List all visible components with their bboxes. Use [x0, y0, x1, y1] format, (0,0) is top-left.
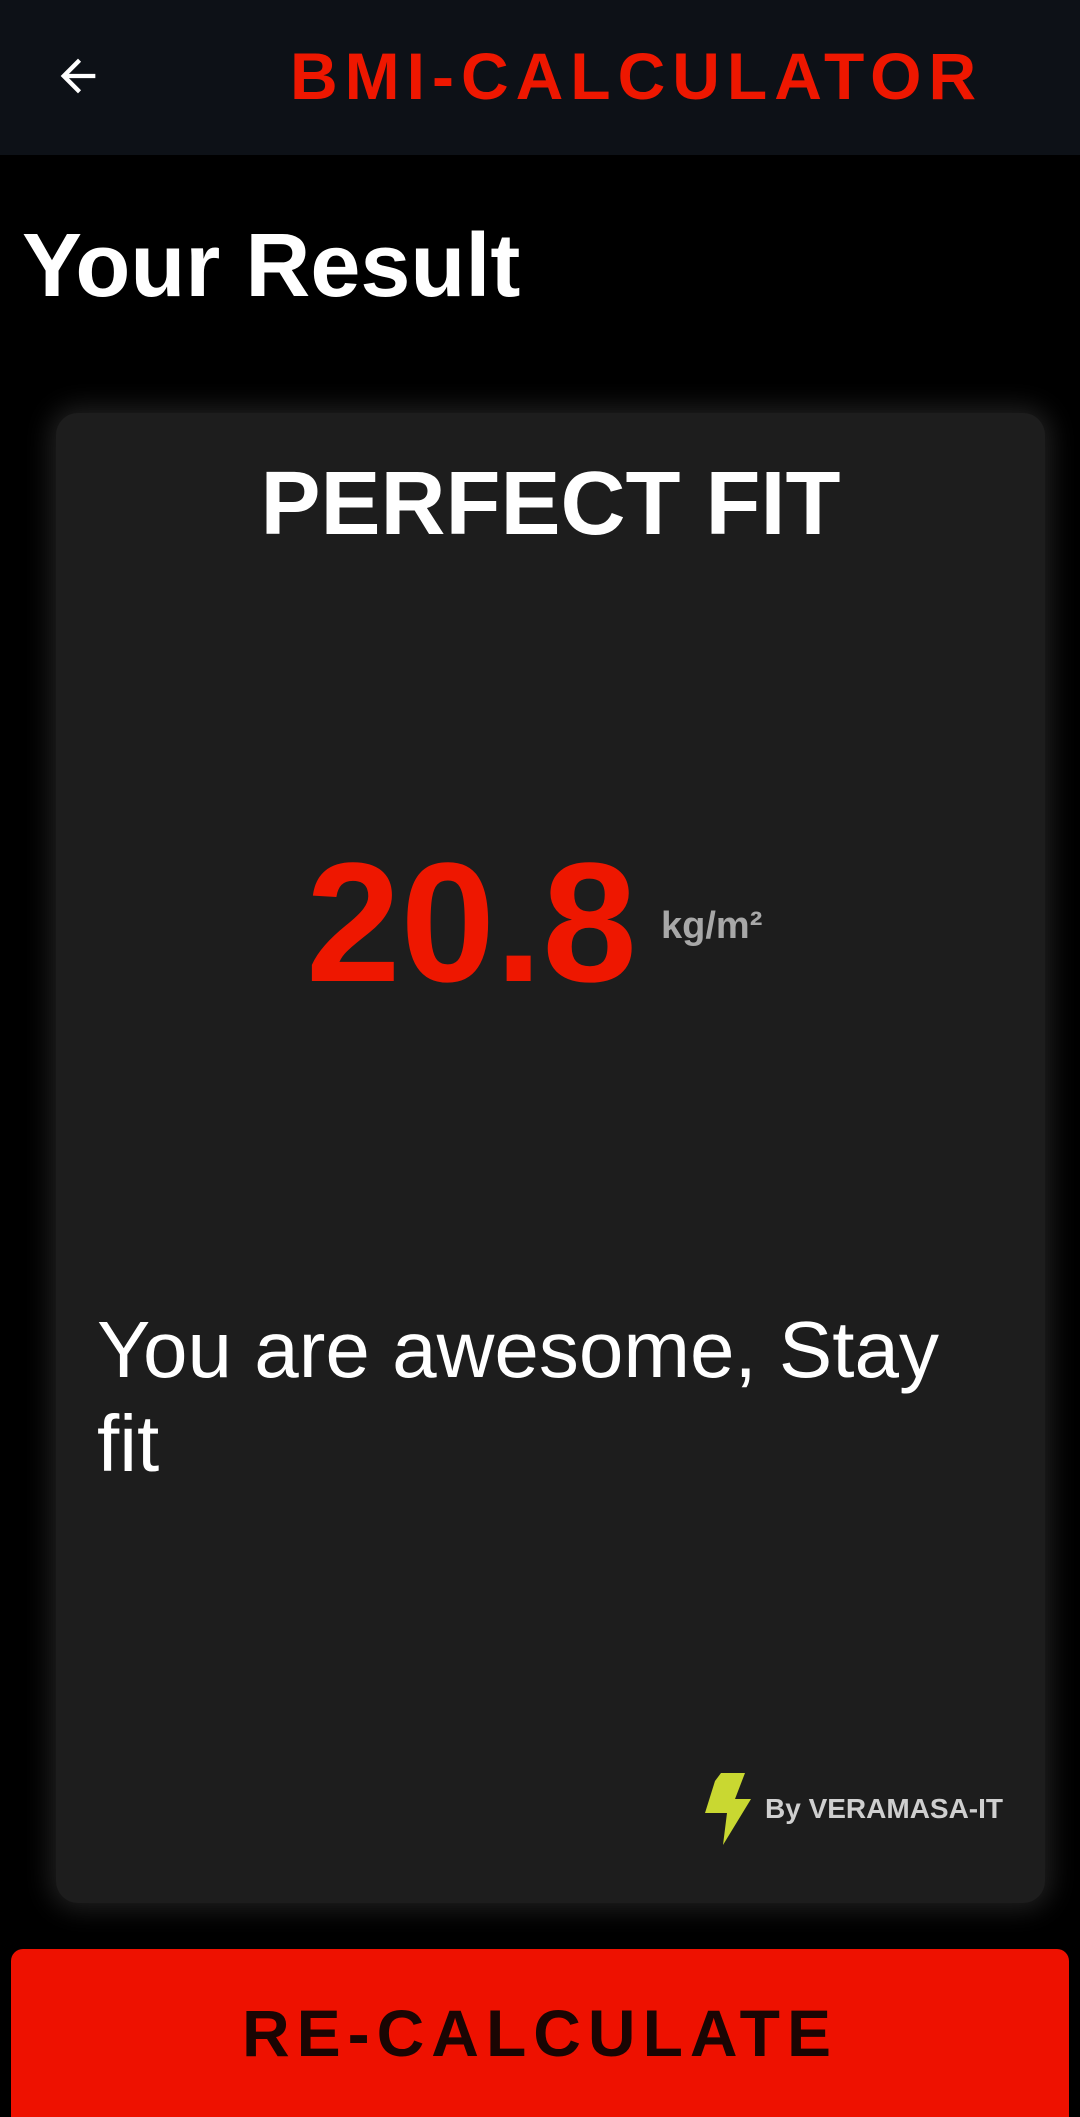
- credit: By VERAMASA-IT: [701, 1773, 1003, 1845]
- result-message: You are awesome, Stay fit: [97, 1305, 939, 1488]
- bmi-value: 20.8: [306, 828, 637, 1018]
- lightning-bolt-icon: [701, 1773, 753, 1845]
- app-bar: BMI-CALCULATOR: [0, 0, 1080, 155]
- app-title: BMI-CALCULATOR: [290, 39, 984, 113]
- recalculate-button[interactable]: RE-CALCULATE: [11, 1949, 1069, 2117]
- bmi-unit: kg/m²: [661, 905, 763, 947]
- arrow-left-icon: [52, 50, 104, 107]
- page-title: Your Result: [22, 216, 521, 316]
- back-button[interactable]: [40, 40, 116, 116]
- recalculate-label: RE-CALCULATE: [241, 1996, 839, 2070]
- result-card: PERFECT FIT 20.8 kg/m² You are awesome, …: [56, 413, 1045, 1903]
- credit-label: By VERAMASA-IT: [765, 1793, 1004, 1824]
- result-status: PERFECT FIT: [260, 454, 841, 554]
